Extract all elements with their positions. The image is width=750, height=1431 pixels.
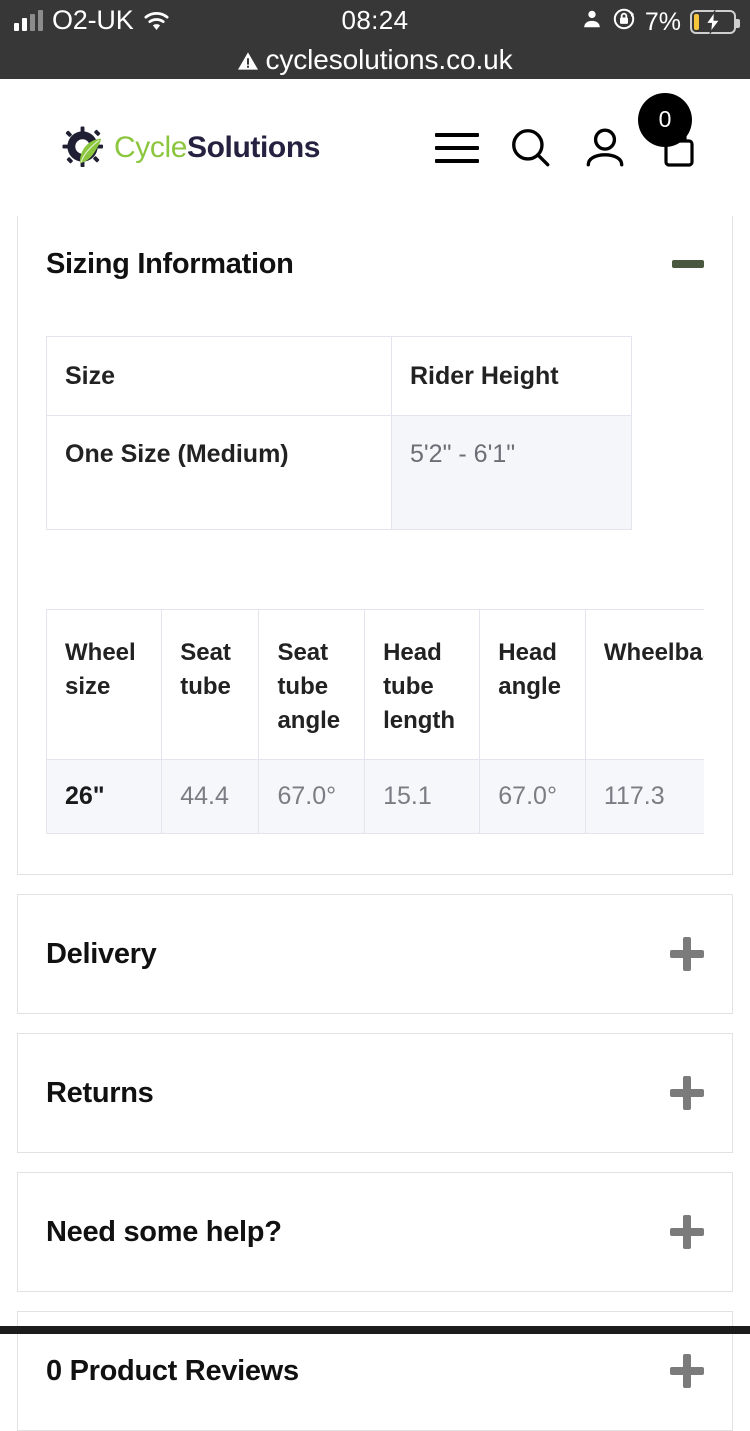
accordion-header-sizing-information[interactable]: Sizing Information bbox=[18, 216, 732, 300]
browser-url-bar[interactable]: cyclesolutions.co.uk bbox=[0, 40, 750, 79]
column-header-seat-tube-angle: Seat tube angle bbox=[258, 609, 366, 760]
plus-icon[interactable] bbox=[670, 1215, 704, 1249]
table-header-row: Size Rider Height bbox=[46, 336, 632, 416]
cell-head-angle: 67.0° bbox=[479, 759, 586, 834]
accordion-title-product-reviews: 0 Product Reviews bbox=[46, 1354, 299, 1387]
battery-percent-label: 7% bbox=[644, 7, 681, 36]
column-header-wheel-size: Wheel size bbox=[46, 609, 163, 760]
cart-count-badge: 0 bbox=[638, 92, 692, 147]
cell-wheel-size: 26" bbox=[46, 759, 163, 834]
logo-word-cycle: Cycle bbox=[114, 130, 188, 164]
battery-charging-icon bbox=[690, 9, 740, 34]
plus-icon[interactable] bbox=[670, 937, 704, 971]
logo-wordmark: CycleSolutions bbox=[114, 131, 320, 165]
person-icon bbox=[581, 8, 603, 35]
accordion-title-need-some-help: Need some help? bbox=[46, 1215, 282, 1248]
cog-leaf-icon bbox=[62, 126, 105, 169]
column-header-head-tube-length: Head tube length bbox=[364, 609, 481, 760]
accordion-header-delivery[interactable]: Delivery bbox=[18, 895, 732, 1013]
logo-word-solutions: Solutions bbox=[187, 130, 321, 164]
size-table-wrapper: Size Rider Height One Size (Medium) 5'2"… bbox=[46, 336, 704, 530]
site-header: CycleSolutions 0 bbox=[0, 79, 750, 216]
plus-icon[interactable] bbox=[670, 1354, 704, 1388]
table-row: One Size (Medium) 5'2" - 6'1" bbox=[46, 415, 632, 530]
page-content: Sizing Information Size Rider Height One… bbox=[0, 216, 750, 1431]
page-title: Sizing Information bbox=[46, 247, 294, 280]
column-header-head-angle: Head angle bbox=[479, 609, 586, 760]
search-icon[interactable] bbox=[494, 111, 568, 185]
minus-icon[interactable] bbox=[672, 260, 704, 268]
cell-head-tube-length: 15.1 bbox=[364, 759, 481, 834]
geometry-table-wrapper[interactable]: Wheel size Seat tube Seat tube angle Hea… bbox=[46, 609, 704, 834]
status-bar-right: 7% bbox=[581, 7, 740, 36]
cell-wheelbase: 117.3 bbox=[584, 759, 704, 834]
geometry-table: Wheel size Seat tube Seat tube angle Hea… bbox=[46, 609, 704, 834]
column-header-seat-tube: Seat tube bbox=[161, 609, 260, 760]
accordion-title-returns: Returns bbox=[46, 1076, 154, 1109]
not-secure-warning-icon bbox=[237, 51, 259, 71]
accordion-need-some-help: Need some help? bbox=[17, 1172, 733, 1292]
url-text: cyclesolutions.co.uk bbox=[265, 43, 513, 75]
accordion-header-need-some-help[interactable]: Need some help? bbox=[18, 1173, 732, 1291]
accordion-title-delivery: Delivery bbox=[46, 937, 157, 970]
status-bar: O2-UK 08:24 7% cyclesolutions.co.uk bbox=[0, 0, 750, 79]
shopping-bag-icon[interactable]: 0 bbox=[638, 92, 716, 185]
cell-size-value: One Size (Medium) bbox=[46, 415, 392, 530]
column-header-rider-height: Rider Height bbox=[391, 336, 632, 416]
accordion-header-returns[interactable]: Returns bbox=[18, 1034, 732, 1152]
cell-rider-height-value: 5'2" - 6'1" bbox=[391, 415, 632, 530]
site-logo[interactable]: CycleSolutions bbox=[62, 126, 320, 169]
size-table: Size Rider Height One Size (Medium) 5'2"… bbox=[46, 336, 632, 530]
header-icon-group: 0 bbox=[420, 92, 750, 185]
status-bar-row: O2-UK 08:24 7% bbox=[0, 0, 750, 40]
hamburger-menu-icon[interactable] bbox=[420, 111, 494, 185]
cell-seat-tube-angle: 67.0° bbox=[258, 759, 366, 834]
column-header-size: Size bbox=[46, 336, 392, 416]
browser-bottom-bar bbox=[0, 1326, 750, 1334]
account-person-icon[interactable] bbox=[568, 111, 642, 185]
plus-icon[interactable] bbox=[670, 1076, 704, 1110]
table-header-row: Wheel size Seat tube Seat tube angle Hea… bbox=[46, 609, 704, 760]
table-row: 26" 44.4 67.0° 15.1 67.0° 117.3 bbox=[46, 759, 704, 834]
accordion-sizing-information: Sizing Information Size Rider Height One… bbox=[17, 216, 733, 875]
rotation-lock-icon bbox=[612, 7, 636, 36]
accordion-returns: Returns bbox=[17, 1033, 733, 1153]
accordion-delivery: Delivery bbox=[17, 894, 733, 1014]
cell-seat-tube: 44.4 bbox=[161, 759, 260, 834]
column-header-wheelbase: Wheelbase bbox=[584, 609, 704, 760]
